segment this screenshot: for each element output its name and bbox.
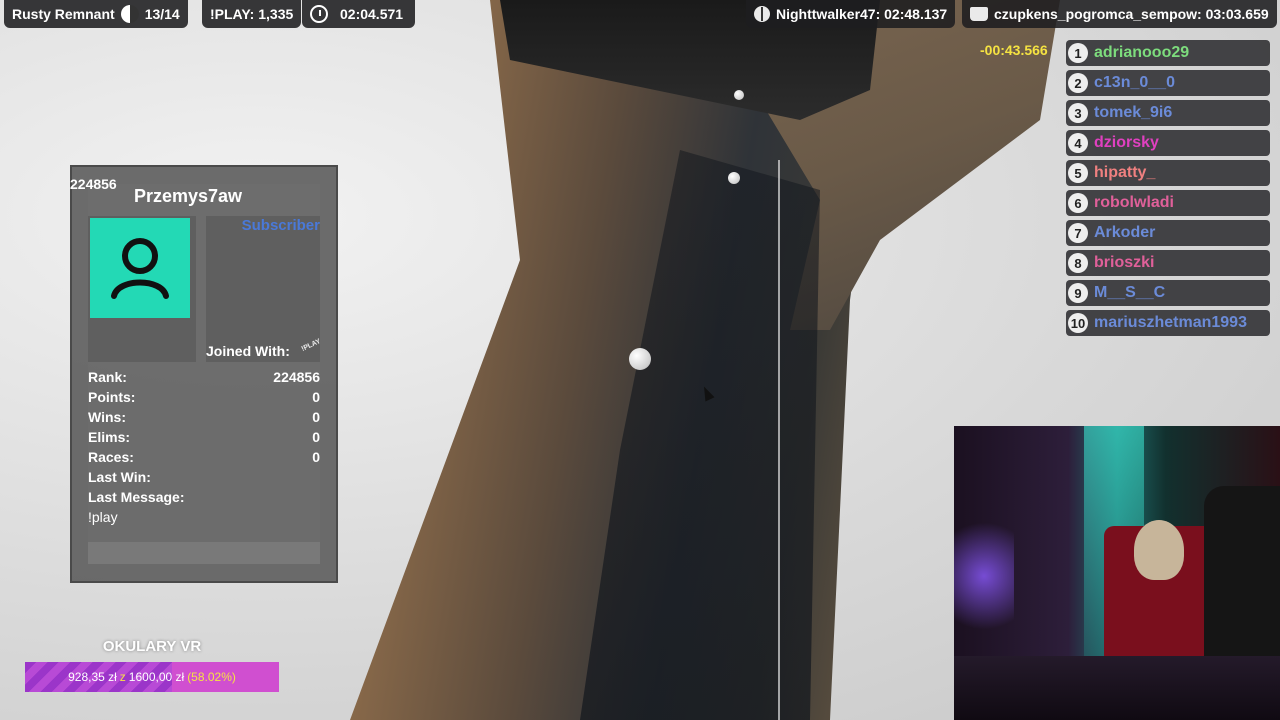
leaderboard-player-name: hipatty_ [1094, 164, 1156, 181]
stat-value: 0 [312, 449, 320, 465]
goal-progress-bar: 928,35 zł z 1600,00 zł (58.02%) [25, 662, 279, 692]
track-rail [778, 160, 780, 720]
stat-label: Rank: [88, 369, 127, 385]
leaderboard-rank: 10 [1068, 313, 1088, 333]
leaderboard-rank: 5 [1068, 163, 1088, 183]
leaderboard-row: 3 tomek_9i6 [1066, 100, 1270, 126]
goal-percent: (58.02%) [187, 670, 236, 684]
leaderboard: 1 adrianooo29 2 c13n_0__0 3 tomek_9i6 4 dziorsk… [1066, 40, 1270, 340]
leaderboard-row: 6 robolwladi [1066, 190, 1270, 216]
clock-icon [310, 5, 328, 23]
time-delta: -00:43.566 [980, 42, 1048, 58]
cap-icon [970, 7, 988, 21]
goal-progress-text: 928,35 zł z 1600,00 zł (58.02%) [25, 662, 279, 692]
record-1-text: Nighttwalker47: 02:48.137 [776, 6, 948, 22]
stat-label: Points: [88, 389, 136, 405]
map-progress: 13/14 [144, 6, 180, 22]
leaderboard-player-name: tomek_9i6 [1094, 104, 1173, 121]
stat-row: Rank: 224856 [88, 369, 320, 389]
leaderboard-player-name: adrianooo29 [1094, 44, 1190, 61]
leaderboard-rank: 3 [1068, 103, 1088, 123]
marble-ball [629, 348, 651, 370]
leaderboard-row: 10 mariuszhetman1993 [1066, 310, 1270, 336]
leaderboard-player-name: robolwladi [1094, 194, 1174, 211]
play-count-chip: !PLAY: 1,335 [202, 0, 302, 28]
leaderboard-player-name: dziorsky [1094, 134, 1159, 151]
leaderboard-player-name: c13n_0__0 [1094, 74, 1175, 91]
leaderboard-row: 1 adrianooo29 [1066, 40, 1270, 66]
leaderboard-rank: 7 [1068, 223, 1088, 243]
leaderboard-row: 8 brioszki [1066, 250, 1270, 276]
stat-label: Races: [88, 449, 134, 465]
leaderboard-player-name: Arkoder [1094, 224, 1156, 241]
record-2-text: czupkens_pogromca_sempow: 03:03.659 [994, 6, 1269, 22]
marble-ball [734, 90, 744, 100]
stat-row: Last Win: [88, 469, 320, 489]
record-chip-1: Nighttwalker47: 02:48.137 [746, 0, 956, 28]
leaderboard-player-name: brioszki [1094, 254, 1155, 271]
timer-chip: 02:04.571 [302, 0, 416, 28]
stat-label: Last Win: [88, 469, 151, 485]
leaderboard-rank: 6 [1068, 193, 1088, 213]
stat-row: Wins: 0 [88, 409, 320, 429]
race-timer: 02:04.571 [340, 6, 404, 22]
stat-label: Wins: [88, 409, 126, 425]
map-progress-chip: Rusty Remnant 13/14 [4, 0, 188, 28]
stat-value: 0 [312, 389, 320, 405]
user-icon [111, 238, 169, 299]
joined-with-label: Joined With: [206, 343, 290, 359]
subscriber-panel [206, 216, 320, 362]
webcam-feed [954, 426, 1280, 720]
goal-target: 1600,00 zł [128, 670, 185, 684]
leaderboard-row: 4 dziorsky [1066, 130, 1270, 156]
leaderboard-row: 2 c13n_0__0 [1066, 70, 1270, 96]
goal-title: OKULARY VR [102, 638, 202, 655]
player-card-footer [88, 542, 320, 564]
map-name: Rusty Remnant [12, 6, 115, 22]
leaderboard-player-name: mariuszhetman1993 [1094, 314, 1247, 331]
play-count: !PLAY: 1,335 [210, 6, 294, 22]
stat-value: 0 [312, 409, 320, 425]
stat-label: Last Message: [88, 489, 185, 505]
stat-value: 224856 [273, 369, 320, 385]
leaderboard-row: 7 Arkoder [1066, 220, 1270, 246]
player-name: Przemys7aw [133, 186, 243, 206]
globe-icon [754, 6, 770, 22]
player-stats: Rank: 224856 Points: 0 Wins: 0 Elims: 0 Races: 0 L… [88, 369, 320, 529]
goal-current: 928,35 zł [68, 670, 117, 684]
leaderboard-rank: 1 [1068, 43, 1088, 63]
avatar [90, 218, 190, 318]
stat-label: Elims: [88, 429, 131, 445]
leaderboard-rank: 8 [1068, 253, 1088, 273]
last-message-text: !play [88, 509, 118, 525]
leaderboard-rank: 4 [1068, 133, 1088, 153]
stat-row: Elims: 0 [88, 429, 320, 449]
subscriber-badge: Subscriber [241, 217, 320, 234]
stat-row: Points: 0 [88, 389, 320, 409]
leaderboard-rank: 2 [1068, 73, 1088, 93]
leaderboard-row: 9 M__S__C [1066, 280, 1270, 306]
leaderboard-row: 5 hipatty_ [1066, 160, 1270, 186]
stat-value: 0 [312, 429, 320, 445]
half-circle-icon [120, 5, 139, 23]
record-chip-2: czupkens_pogromca_sempow: 03:03.659 [962, 0, 1277, 28]
goal-separator: z [119, 670, 126, 684]
leaderboard-player-name: M__S__C [1094, 284, 1166, 301]
stat-row: Races: 0 [88, 449, 320, 469]
leaderboard-rank: 9 [1068, 283, 1088, 303]
marble-ball [728, 172, 740, 184]
stat-row: Last Message: [88, 489, 320, 509]
